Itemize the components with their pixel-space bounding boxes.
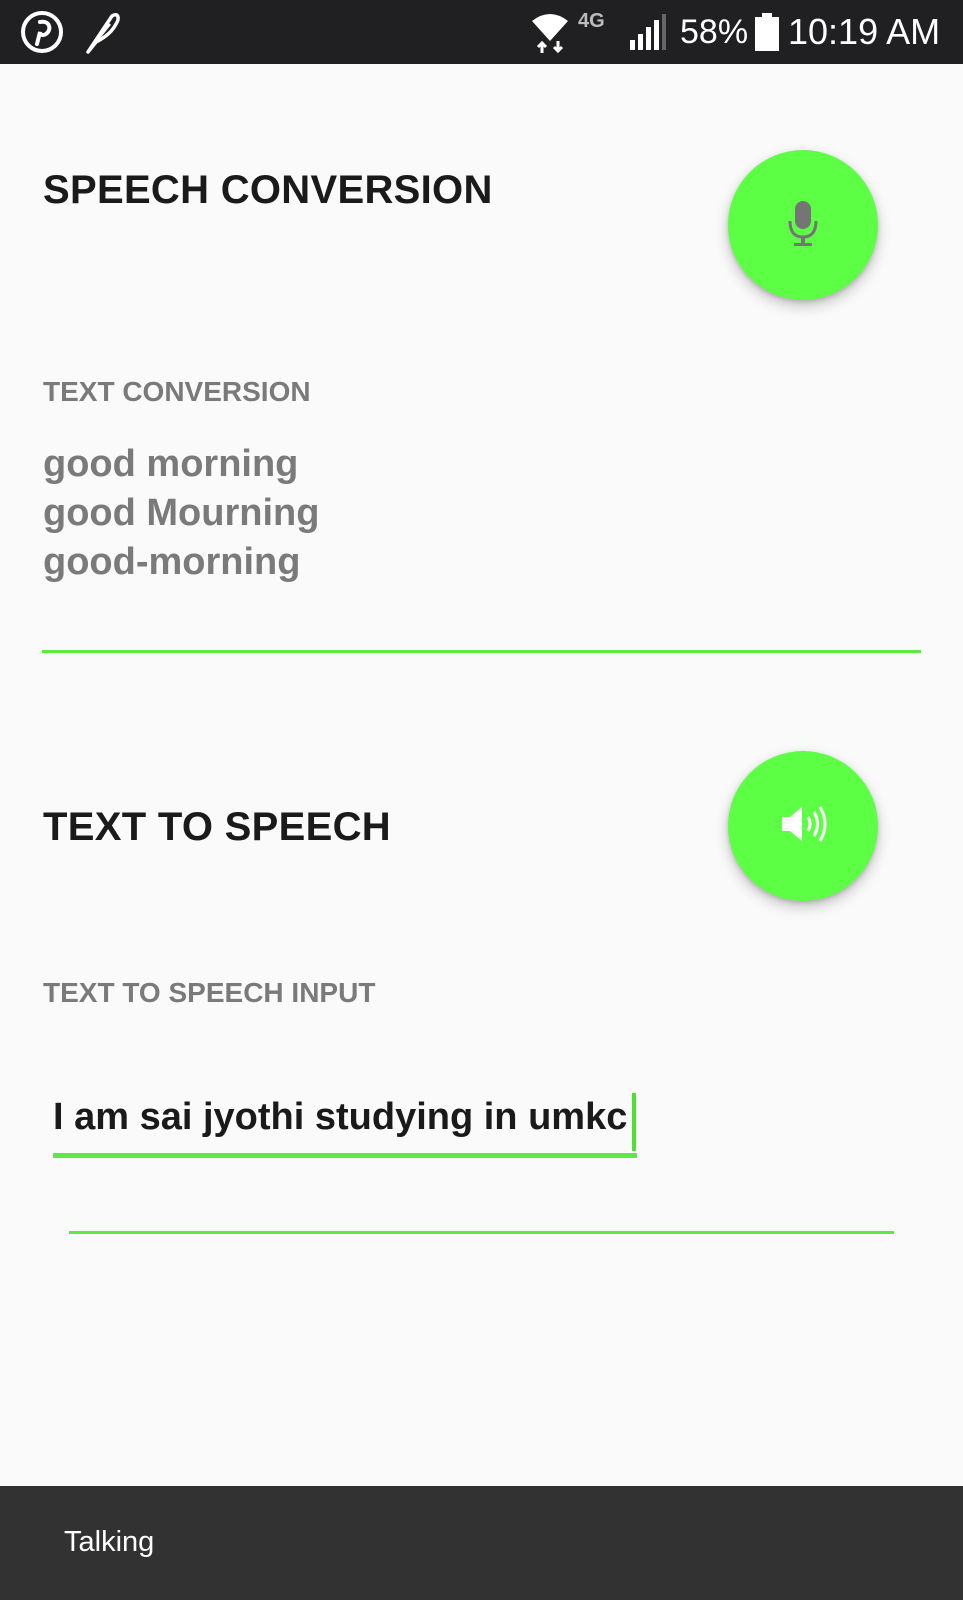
battery-icon <box>754 0 780 64</box>
result-line: good morning <box>43 443 299 485</box>
text-to-speech-title: TEXT TO SPEECH <box>43 805 391 849</box>
text-conversion-results: good morning good Mourning good-morning <box>43 440 319 587</box>
lte-icon: 4G <box>578 10 605 32</box>
speaker-icon <box>778 801 828 852</box>
result-line: good-morning <box>43 541 301 583</box>
result-line: good Mourning <box>43 492 320 534</box>
text-to-speech-input-label: TEXT TO SPEECH INPUT <box>43 977 376 1008</box>
feather-icon <box>82 0 122 64</box>
input-underline <box>69 1231 894 1234</box>
text-conversion-underline <box>42 650 921 653</box>
clock: 10:19 AM <box>788 11 941 52</box>
text-conversion-label: TEXT CONVERSION <box>43 376 311 407</box>
microphone-button[interactable] <box>728 150 878 300</box>
microphone-icon <box>786 199 820 252</box>
text-cursor <box>632 1093 636 1151</box>
battery-percent: 58% <box>680 12 749 51</box>
status-bar: 4G 58% 10:19 AM <box>0 0 963 64</box>
snackbar-text: Talking <box>64 1526 155 1558</box>
speaker-button[interactable] <box>728 751 878 901</box>
pinterest-icon <box>20 0 64 64</box>
signal-icon <box>628 0 668 64</box>
text-to-speech-input[interactable]: I am sai jyothi studying in umkc <box>53 1096 627 1139</box>
composing-underline <box>53 1153 637 1158</box>
speech-conversion-title: SPEECH CONVERSION <box>43 168 493 212</box>
wifi-icon <box>530 0 570 64</box>
